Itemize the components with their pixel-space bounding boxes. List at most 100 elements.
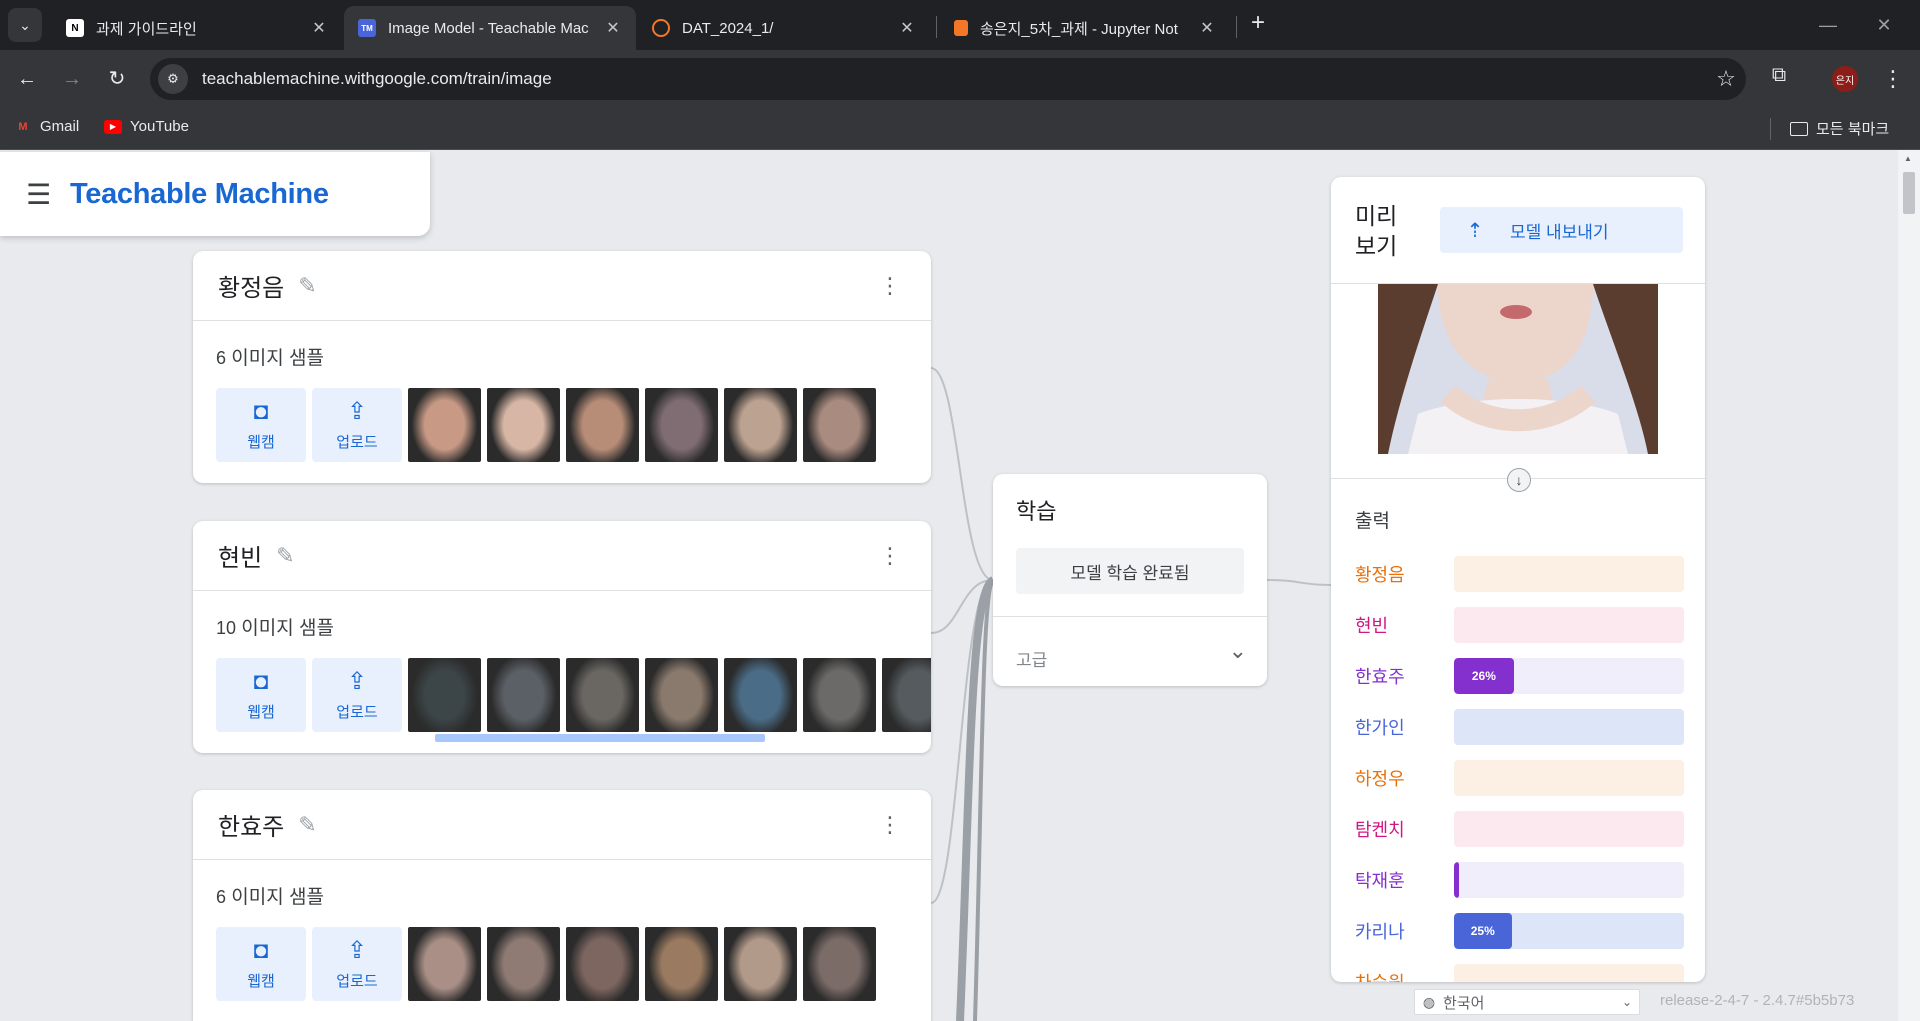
close-icon[interactable]: ✕ [1198, 18, 1216, 38]
address-bar[interactable]: ⚙ teachablemachine.withgoogle.com/train/… [150, 58, 1746, 100]
sample-thumbnail[interactable] [487, 658, 560, 732]
webcam-button[interactable]: ◘ 웹캠 [216, 388, 306, 462]
scrollbar-thumb[interactable] [435, 734, 765, 742]
all-bookmarks[interactable]: 모든 북마크 [1790, 118, 1889, 139]
confidence-bar [1454, 709, 1684, 745]
sample-thumbnail[interactable] [566, 927, 639, 1001]
language-select[interactable]: ◍ 한국어 ⌄ [1414, 989, 1640, 1015]
minimize-icon[interactable]: — [1806, 8, 1850, 42]
sample-thumbnail[interactable] [487, 388, 560, 462]
sample-thumbnail[interactable] [803, 927, 876, 1001]
bookmark-gmail[interactable]: M Gmail [14, 118, 79, 135]
folder-icon [1790, 121, 1808, 136]
tab-title: 송은지_5차_과제 - Jupyter Not [980, 20, 1178, 38]
bookmark-youtube[interactable]: ▶ YouTube [104, 118, 189, 135]
class-name[interactable]: 한효주 [218, 807, 284, 842]
menu-icon[interactable]: ☰ [26, 178, 56, 211]
confidence-bar [1454, 760, 1684, 796]
jupyter-icon [652, 19, 670, 37]
tab-strip: ⌄ N 과제 가이드라인 ✕ TM Image Model - Teachabl… [0, 0, 1920, 50]
export-label: 모델 내보내기 [1510, 222, 1609, 242]
output-row: 하정우 [1355, 760, 1685, 796]
output-class-name: 탐켄치 [1355, 820, 1405, 840]
confidence-fill: 25% [1454, 913, 1512, 949]
upload-button[interactable]: ⇪ 업로드 [312, 658, 402, 732]
class-name[interactable]: 황정음 [218, 268, 284, 303]
tab-dat[interactable]: DAT_2024_1/ ✕ [638, 6, 930, 50]
sample-thumbnail[interactable] [487, 927, 560, 1001]
output-row: 탁재훈 [1355, 862, 1685, 898]
sample-thumbnail[interactable] [408, 658, 481, 732]
browser-menu-icon[interactable]: ⋮ [1880, 64, 1906, 94]
edit-pencil-icon[interactable]: ✎ [298, 812, 316, 838]
new-tab-button[interactable]: + [1244, 10, 1272, 38]
close-icon[interactable]: ✕ [604, 18, 622, 38]
close-icon[interactable]: ✕ [310, 18, 328, 38]
webcam-button[interactable]: ◘ 웹캠 [216, 927, 306, 1001]
output-row: 황정음 [1355, 556, 1685, 592]
close-window-icon[interactable]: ✕ [1862, 8, 1906, 42]
advanced-label[interactable]: 고급 [1016, 646, 1047, 671]
output-row: 카리나 25% [1355, 913, 1685, 949]
class-card: 현빈 ✎ ⋮ 10 이미지 샘플 ◘ 웹캠 ⇪ 업로드 [193, 521, 931, 753]
train-model-button[interactable]: 모델 학습 완료됨 [1016, 548, 1244, 594]
edit-pencil-icon[interactable]: ✎ [298, 273, 316, 299]
output-class-name: 한가인 [1355, 718, 1405, 738]
tm-icon: TM [358, 19, 376, 37]
extensions-icon[interactable]: ⧉ [1764, 64, 1794, 94]
sample-thumbnail[interactable] [566, 658, 639, 732]
scroll-up-icon[interactable]: ▲ [1904, 154, 1912, 163]
edit-pencil-icon[interactable]: ✎ [276, 543, 294, 569]
site-info-icon[interactable]: ⚙ [158, 64, 188, 94]
page-scrollbar[interactable]: ▲ [1898, 150, 1920, 1021]
sample-thumbnail[interactable] [408, 388, 481, 462]
notebook-icon [954, 20, 968, 36]
sample-thumbnail[interactable] [803, 388, 876, 462]
class-name[interactable]: 현빈 [218, 538, 262, 573]
sample-thumbnail[interactable] [408, 927, 481, 1001]
sample-thumbnail[interactable] [882, 658, 931, 732]
bookmark-star-icon[interactable]: ☆ [1706, 66, 1746, 92]
more-vert-icon[interactable]: ⋮ [879, 543, 901, 569]
arrow-down-icon[interactable]: ↓ [1507, 468, 1531, 492]
export-model-button[interactable]: ⇡ 모델 내보내기 [1440, 207, 1683, 253]
class-header: 현빈 ✎ ⋮ [193, 521, 931, 591]
webcam-button[interactable]: ◘ 웹캠 [216, 658, 306, 732]
sample-thumbnail[interactable] [803, 658, 876, 732]
chevron-down-icon[interactable]: ⌄ [1229, 638, 1247, 664]
training-card: 학습 모델 학습 완료됨 고급 ⌄ [993, 474, 1267, 686]
back-icon[interactable]: ← [10, 62, 44, 96]
forward-icon[interactable]: → [55, 62, 89, 96]
sample-thumbnail[interactable] [645, 658, 718, 732]
sample-thumbnail[interactable] [645, 388, 718, 462]
sample-thumbnail[interactable] [645, 927, 718, 1001]
tab-search-button[interactable]: ⌄ [8, 8, 42, 42]
close-icon[interactable]: ✕ [898, 18, 916, 38]
tab-separator [936, 16, 937, 38]
upload-icon: ⇪ [346, 667, 368, 695]
sample-thumbnail[interactable] [724, 658, 797, 732]
more-vert-icon[interactable]: ⋮ [879, 273, 901, 299]
tab-image-model[interactable]: TM Image Model - Teachable Mac ✕ [344, 6, 636, 50]
url-text[interactable]: teachablemachine.withgoogle.com/train/im… [202, 69, 1706, 89]
scrollbar-thumb[interactable] [1903, 172, 1915, 214]
tab-notebook[interactable]: 송은지_5차_과제 - Jupyter Not ✕ [940, 6, 1230, 50]
sample-thumbnail[interactable] [566, 388, 639, 462]
avatar[interactable]: 은지 [1832, 66, 1858, 92]
reload-icon[interactable]: ↻ [100, 62, 134, 96]
thumbnail-scrollbar[interactable] [425, 734, 930, 742]
more-vert-icon[interactable]: ⋮ [879, 812, 901, 838]
class-header: 황정음 ✎ ⋮ [193, 251, 931, 321]
confidence-bar [1454, 811, 1684, 847]
tab-title: Image Model - Teachable Mac [388, 19, 589, 37]
upload-button[interactable]: ⇪ 업로드 [312, 927, 402, 1001]
output-row: 현빈 [1355, 607, 1685, 643]
tab-guideline[interactable]: N 과제 가이드라인 ✕ [52, 6, 342, 50]
output-class-name: 한효주 [1355, 667, 1405, 687]
sample-thumbnail[interactable] [724, 927, 797, 1001]
upload-button[interactable]: ⇪ 업로드 [312, 388, 402, 462]
divider [993, 616, 1267, 617]
sample-thumbnail[interactable] [724, 388, 797, 462]
release-version: release-2-4-7 - 2.4.7#5b5b73 [1660, 992, 1855, 1009]
confidence-bar [1454, 862, 1684, 898]
